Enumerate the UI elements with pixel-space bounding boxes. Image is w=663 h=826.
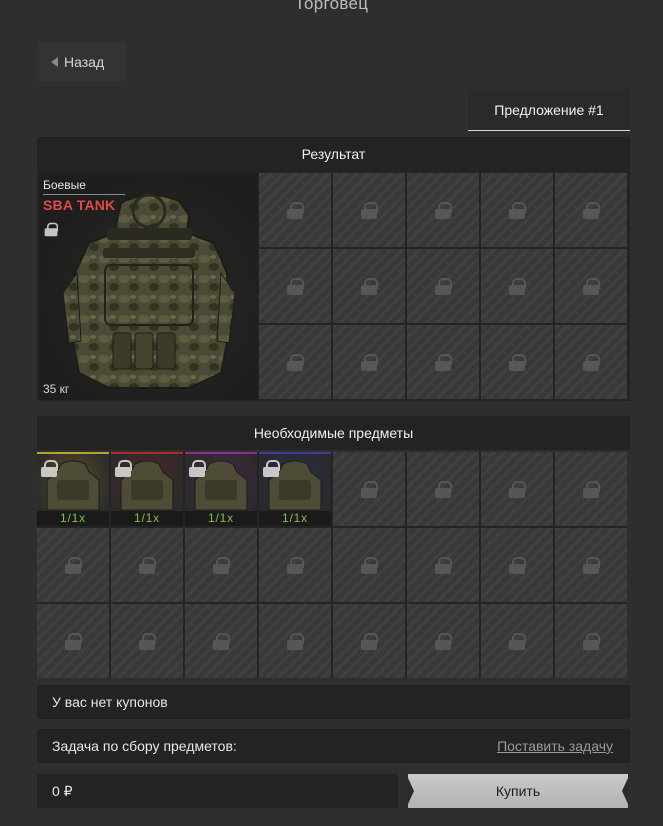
required-slot[interactable]	[111, 604, 183, 678]
result-slot[interactable]	[259, 325, 331, 399]
result-slot[interactable]	[555, 249, 627, 323]
required-slot[interactable]	[185, 604, 257, 678]
lock-icon	[287, 633, 304, 650]
required-item-count: 1/1x	[259, 511, 331, 526]
page-title: Торговец	[294, 0, 369, 13]
required-slot[interactable]	[481, 528, 553, 602]
lock-icon	[583, 633, 600, 650]
required-slot[interactable]	[481, 452, 553, 526]
lock-icon	[361, 633, 378, 650]
required-slot[interactable]	[333, 528, 405, 602]
required-slot[interactable]	[555, 452, 627, 526]
required-slot[interactable]	[407, 452, 479, 526]
lock-icon	[583, 354, 600, 371]
item-category: Боевые	[43, 178, 125, 195]
back-button[interactable]: Назад	[37, 42, 126, 81]
result-slot[interactable]	[333, 249, 405, 323]
required-slot[interactable]	[37, 604, 109, 678]
lock-icon	[509, 557, 526, 574]
set-task-link[interactable]: Поставить задачу	[497, 738, 613, 754]
lock-icon	[509, 278, 526, 295]
coupon-status: У вас нет купонов	[37, 685, 630, 719]
lock-icon	[583, 557, 600, 574]
lock-icon	[287, 278, 304, 295]
lock-icon	[287, 557, 304, 574]
lock-icon	[509, 633, 526, 650]
required-item-count: 1/1x	[185, 511, 257, 526]
lock-icon	[213, 557, 230, 574]
lock-icon	[361, 278, 378, 295]
required-item[interactable]: 1/1x	[37, 452, 109, 526]
required-slot[interactable]	[555, 604, 627, 678]
lock-icon	[583, 202, 600, 219]
required-slot[interactable]	[333, 452, 405, 526]
lock-icon	[139, 633, 156, 650]
lock-icon	[287, 354, 304, 371]
lock-icon	[435, 481, 452, 498]
lock-icon	[509, 481, 526, 498]
item-weight: 35 кг	[43, 382, 70, 396]
tab-offer-1[interactable]: Предложение #1	[468, 89, 630, 131]
task-label: Задача по сбору предметов:	[52, 738, 237, 754]
required-slot[interactable]	[111, 528, 183, 602]
lock-icon	[583, 278, 600, 295]
lock-icon	[435, 557, 452, 574]
required-slot[interactable]	[333, 604, 405, 678]
required-items-header: Необходимые предметы	[37, 416, 630, 450]
result-slot[interactable]	[333, 173, 405, 247]
lock-icon	[583, 481, 600, 498]
required-slot[interactable]	[259, 528, 331, 602]
required-item[interactable]: 1/1x	[185, 452, 257, 526]
required-slot[interactable]	[481, 604, 553, 678]
required-items-grid: 1/1x 1/1x 1/1x 1/1x	[37, 452, 627, 678]
required-slot[interactable]	[37, 528, 109, 602]
back-arrow-icon	[51, 56, 58, 67]
lock-icon	[213, 633, 230, 650]
result-slot[interactable]	[555, 173, 627, 247]
result-slot[interactable]	[481, 325, 553, 399]
lock-icon	[361, 557, 378, 574]
lock-icon	[435, 633, 452, 650]
lock-icon	[509, 202, 526, 219]
result-slot[interactable]	[481, 249, 553, 323]
buy-button[interactable]: Купить	[408, 774, 628, 808]
result-header: Результат	[37, 137, 630, 171]
item-name: SBA TANK	[43, 197, 116, 213]
back-button-label: Назад	[64, 53, 105, 70]
lock-icon	[361, 202, 378, 219]
required-slot[interactable]	[407, 604, 479, 678]
lock-icon	[65, 633, 82, 650]
result-slot[interactable]	[407, 249, 479, 323]
result-slot[interactable]	[407, 173, 479, 247]
result-slot[interactable]	[555, 325, 627, 399]
required-item-count: 1/1x	[37, 511, 109, 526]
required-item-count: 1/1x	[111, 511, 183, 526]
result-slot[interactable]	[259, 173, 331, 247]
lock-icon	[435, 354, 452, 371]
lock-icon	[435, 278, 452, 295]
result-slot[interactable]	[333, 325, 405, 399]
required-slot[interactable]	[185, 528, 257, 602]
collection-task-bar: Задача по сбору предметов: Поставить зад…	[37, 729, 630, 763]
result-slot[interactable]	[481, 173, 553, 247]
lock-icon	[287, 202, 304, 219]
required-item[interactable]: 1/1x	[111, 452, 183, 526]
required-slot[interactable]	[555, 528, 627, 602]
lock-icon	[65, 557, 82, 574]
item-lock-icon	[43, 221, 59, 237]
lock-icon	[509, 354, 526, 371]
result-slot[interactable]	[407, 325, 479, 399]
required-slot[interactable]	[259, 604, 331, 678]
required-item[interactable]: 1/1x	[259, 452, 331, 526]
result-slot[interactable]	[259, 249, 331, 323]
result-grid	[259, 173, 627, 399]
lock-icon	[361, 354, 378, 371]
lock-icon	[435, 202, 452, 219]
lock-icon	[139, 557, 156, 574]
lock-icon	[361, 481, 378, 498]
required-slot[interactable]	[407, 528, 479, 602]
price-display: 0 ₽	[37, 774, 398, 808]
